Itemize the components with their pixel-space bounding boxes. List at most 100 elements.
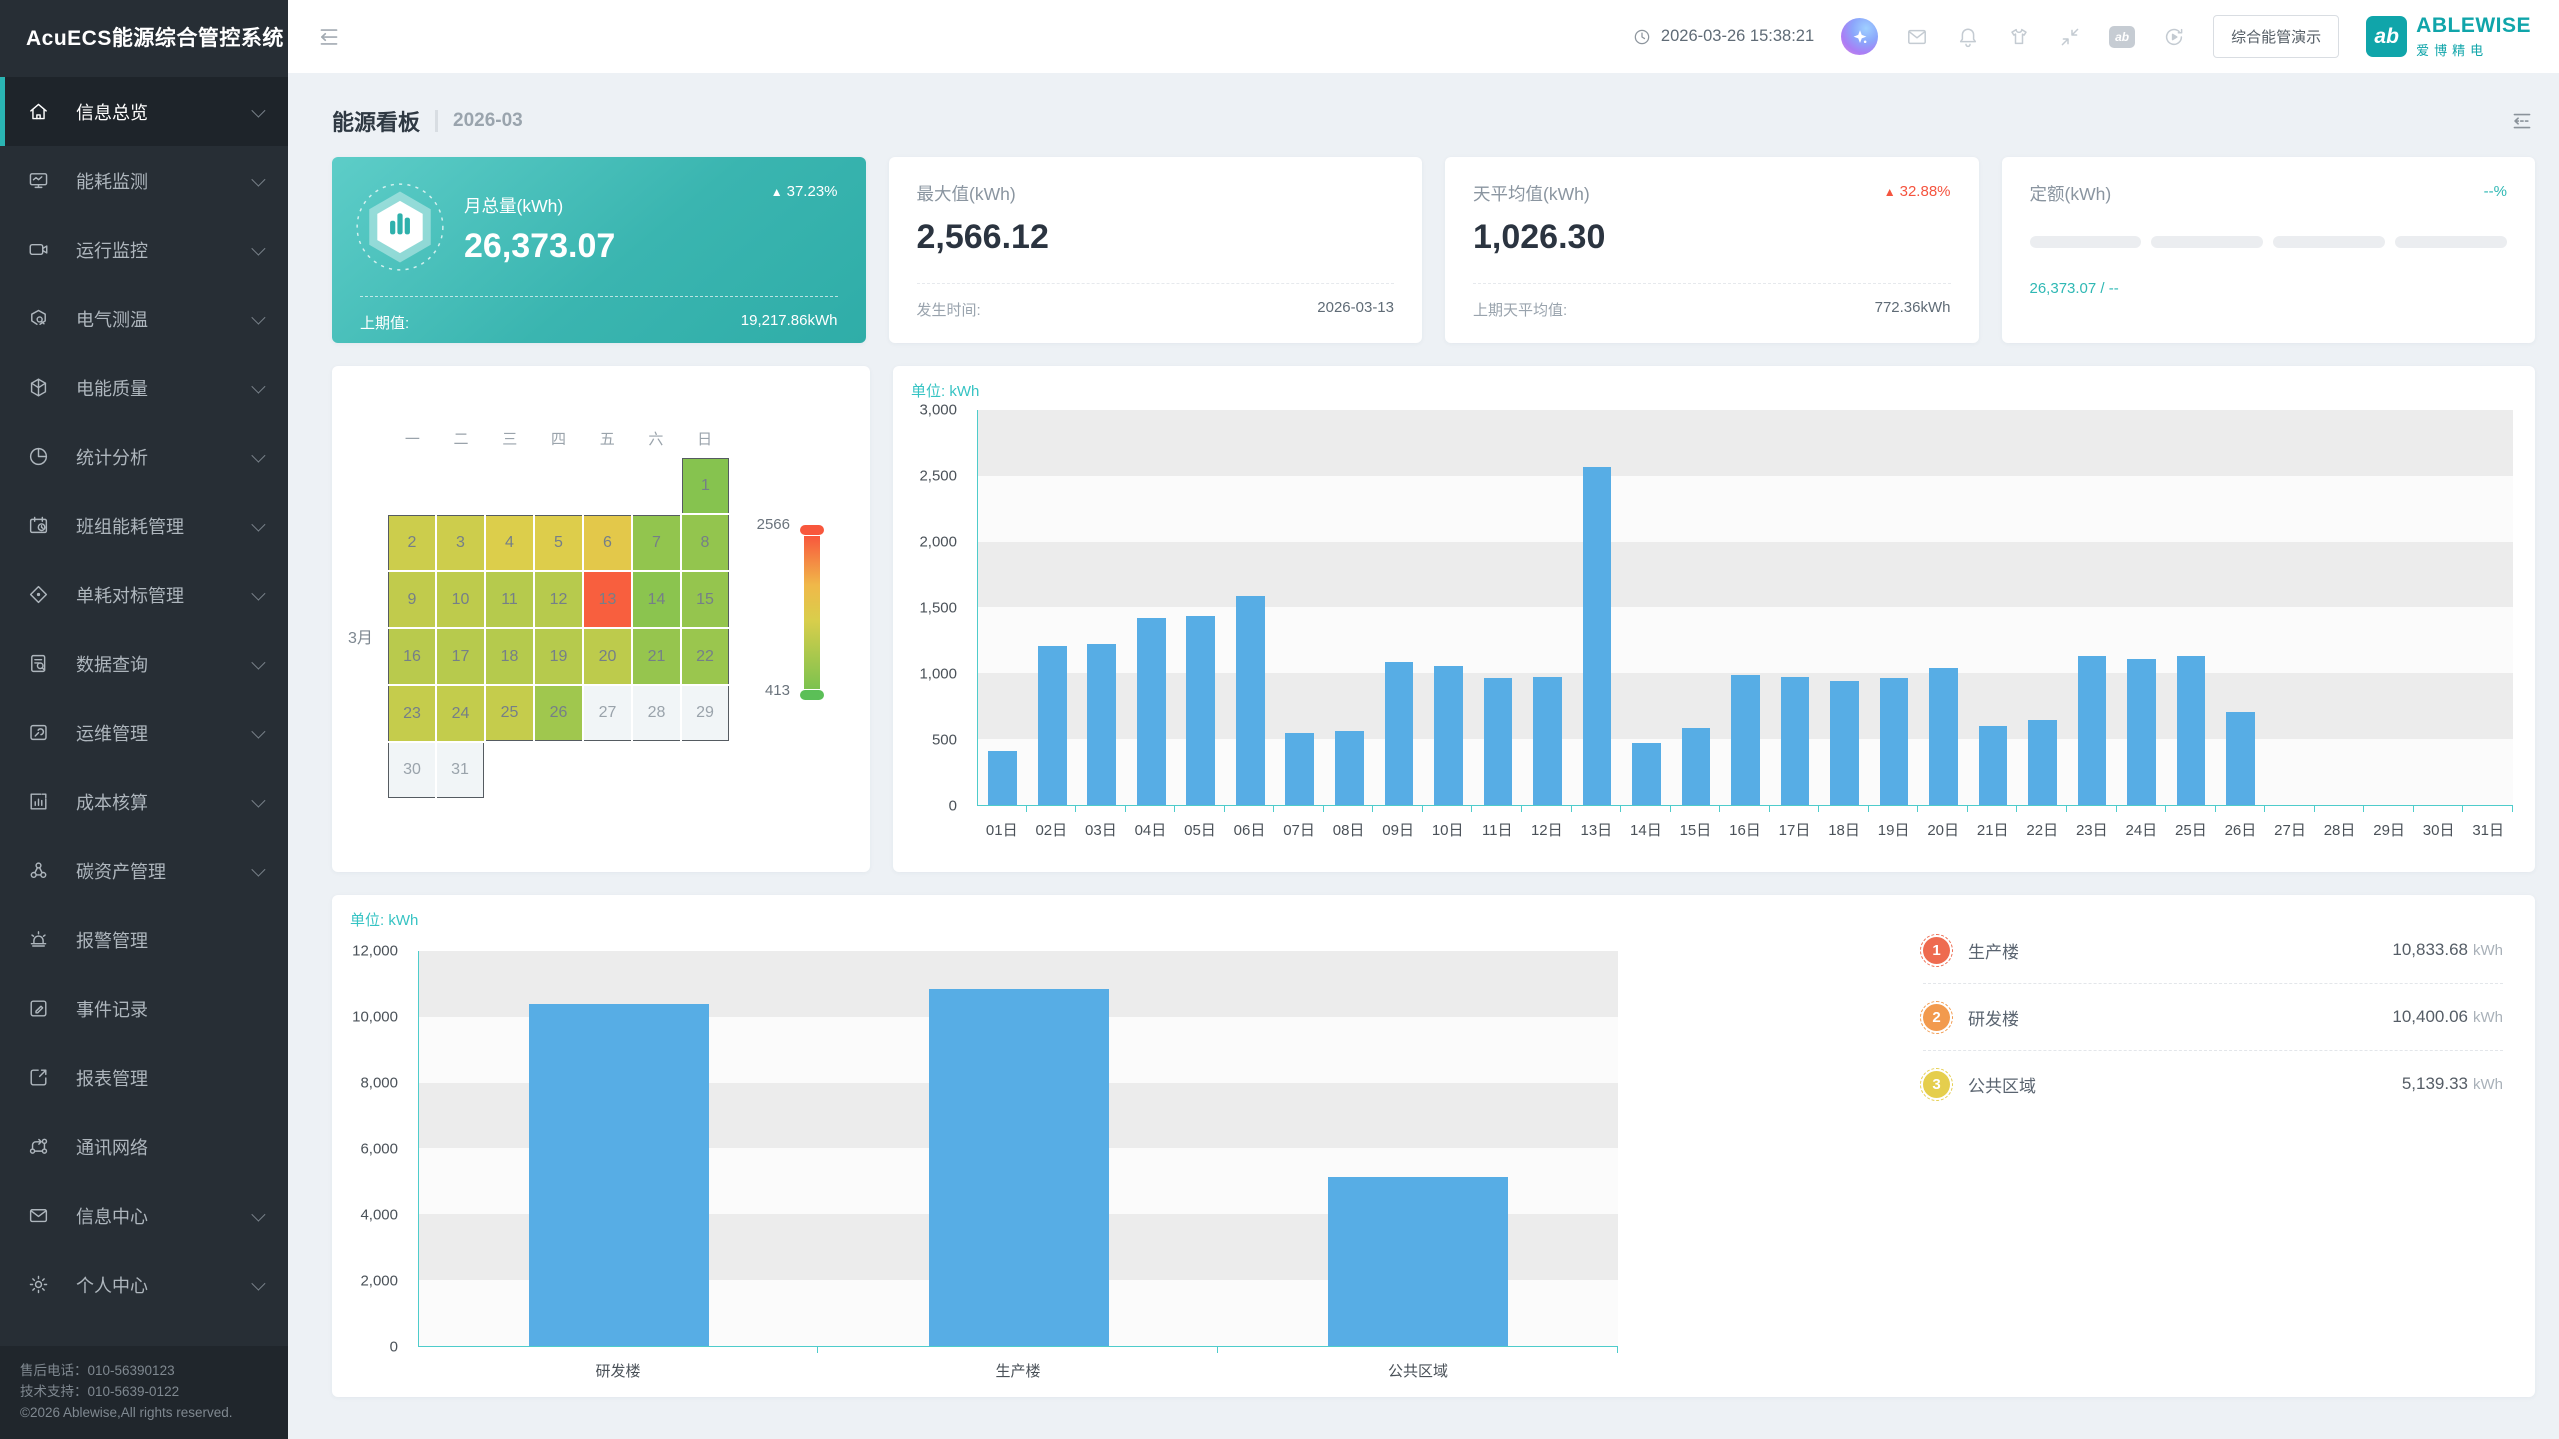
compress-icon[interactable] — [2058, 25, 2082, 49]
ablewise-mini-icon[interactable]: ab — [2109, 26, 2135, 48]
bar — [1979, 726, 2008, 805]
gear-icon — [0, 1273, 76, 1296]
chevron-down-icon — [251, 379, 265, 393]
bar — [1434, 666, 1463, 805]
calendar-day-cell: 26 — [535, 686, 582, 741]
calendar-day-cell: 28 — [633, 686, 680, 741]
theme-skin-icon[interactable] — [2007, 25, 2031, 49]
consumption-ranking-list: 1生产楼10,833.68kWh2研发楼10,400.06kWh3公共区域5,1… — [1923, 917, 2503, 1117]
chart-unit-label: 单位: kWh — [350, 909, 418, 930]
heat-scale-max-label: 2566 — [718, 516, 790, 533]
mail-phone-icon — [0, 1204, 76, 1227]
bar — [1880, 678, 1909, 805]
calendar-month-label: 3月 — [348, 624, 373, 648]
calendar-day-cell: 5 — [535, 515, 582, 570]
bar — [1285, 733, 1314, 805]
weekday-label: 日 — [680, 428, 729, 449]
replay-icon[interactable] — [2162, 25, 2186, 49]
kpi-card-quota: 定额(kWh) --% 26,373.07 / -- — [2002, 157, 2536, 343]
x-axis-label: 31日 — [2463, 819, 2513, 840]
sidebar-item-overview[interactable]: 信息总览 — [0, 77, 288, 146]
sidebar-item-statistics-analysis[interactable]: 统计分析 — [0, 422, 288, 491]
x-axis-label: 26日 — [2216, 819, 2266, 840]
sidebar-item-label: 信息中心 — [76, 1203, 252, 1229]
chevron-down-icon — [251, 310, 265, 324]
sidebar-item-team-energy-management[interactable]: 班组能耗管理 — [0, 491, 288, 560]
heat-scale-handle-max[interactable] — [800, 525, 824, 535]
weekday-label: 四 — [534, 428, 583, 449]
x-axis-label: 18日 — [1819, 819, 1869, 840]
kpi-card-monthly-total: 月总量(kWh) 26,373.07 ▲37.23% 上期值: 19,217.8… — [332, 157, 866, 343]
siren-icon — [0, 928, 76, 951]
sidebar-item-personal-center[interactable]: 个人中心 — [0, 1250, 288, 1319]
sidebar-item-info-center[interactable]: 信息中心 — [0, 1181, 288, 1250]
sidebar-item-operation-monitoring[interactable]: 运行监控 — [0, 215, 288, 284]
kpi-label: 最大值(kWh) — [917, 181, 1395, 206]
rank-label: 公共区域 — [1968, 1072, 2036, 1097]
collapse-panel-icon[interactable] — [2509, 108, 2535, 134]
chevron-down-icon — [251, 448, 265, 462]
chevron-down-icon — [251, 103, 265, 117]
bell-icon[interactable] — [1956, 25, 1980, 49]
heat-scale-gradient-bar[interactable] — [804, 536, 820, 689]
calendar-day-cell: 12 — [535, 572, 582, 627]
rank-label: 生产楼 — [1968, 938, 2019, 963]
sidebar-item-event-records[interactable]: 事件记录 — [0, 974, 288, 1043]
kpi-value: 26,373.07 — [464, 227, 838, 266]
occurred-time-label: 发生时间: — [917, 299, 981, 320]
bar — [1682, 728, 1711, 805]
kpi-label: 天平均值(kWh) — [1473, 181, 1951, 206]
calendar-day-cell: 9 — [388, 572, 435, 627]
building-consumption-card: 单位: kWh 12,00010,0008,0006,0004,0002,000… — [332, 895, 2535, 1397]
x-axis-label: 19日 — [1869, 819, 1919, 840]
calendar-heatmap-card: 一二三四五六日 12345678910111213141516171819202… — [332, 366, 870, 872]
clock-icon — [1632, 27, 1652, 47]
sidebar-item-energy-monitoring[interactable]: 能耗监测 — [0, 146, 288, 215]
sidebar-item-label: 信息总览 — [76, 99, 252, 125]
sidebar-item-data-query[interactable]: 数据查询 — [0, 629, 288, 698]
x-axis-label: 07日 — [1274, 819, 1324, 840]
calendar-day-cell: 27 — [584, 686, 631, 741]
calendar-day-cell: 22 — [682, 629, 729, 684]
weekday-label: 五 — [583, 428, 632, 449]
bar — [1830, 681, 1859, 805]
bar — [1385, 662, 1414, 805]
x-axis-label: 研发楼 — [418, 1360, 818, 1381]
brand-name: ABLEWISE — [2416, 15, 2531, 36]
sidebar-item-cost-accounting[interactable]: 成本核算 — [0, 767, 288, 836]
demo-mode-button[interactable]: 综合能管演示 — [2213, 15, 2339, 58]
collapse-sidebar-icon[interactable] — [316, 24, 342, 50]
sidebar-item-report-management[interactable]: 报表管理 — [0, 1043, 288, 1112]
bar — [1137, 618, 1166, 805]
x-axis-label: 25日 — [2166, 819, 2216, 840]
bar — [2226, 712, 2255, 805]
sidebar-item-communication-network[interactable]: 通讯网络 — [0, 1112, 288, 1181]
monitor-icon — [0, 169, 76, 192]
sidebar-item-power-quality[interactable]: 电能质量 — [0, 353, 288, 422]
x-axis-label: 生产楼 — [818, 1360, 1218, 1381]
sidebar-item-carbon-asset-management[interactable]: 碳资产管理 — [0, 836, 288, 905]
sidebar-item-label: 报表管理 — [76, 1065, 262, 1091]
calendar-day-cell: 13 — [584, 572, 631, 627]
sidebar-item-alarm-management[interactable]: 报警管理 — [0, 905, 288, 974]
schedule-icon — [0, 514, 76, 537]
rank-unit: kWh — [2473, 942, 2503, 959]
bar — [1484, 678, 1513, 805]
chevron-down-icon — [251, 241, 265, 255]
weekday-label: 三 — [485, 428, 534, 449]
mail-icon[interactable] — [1905, 25, 1929, 49]
sidebar-item-ops-management[interactable]: 运维管理 — [0, 698, 288, 767]
sidebar-item-unit-benchmark-management[interactable]: 单耗对标管理 — [0, 560, 288, 629]
bar — [2177, 656, 2206, 805]
edit-icon — [0, 997, 76, 1020]
prev-period-value: 19,217.86kWh — [741, 312, 838, 333]
ai-assistant-icon[interactable] — [1841, 18, 1878, 55]
target-icon — [0, 583, 76, 606]
chevron-down-icon — [251, 1207, 265, 1221]
bar — [1731, 675, 1760, 805]
bar — [1632, 743, 1661, 805]
chevron-down-icon — [251, 172, 265, 186]
heat-scale-handle-min[interactable] — [800, 690, 824, 700]
sidebar-item-electrical-temperature[interactable]: 电气测温 — [0, 284, 288, 353]
bar — [2028, 720, 2057, 805]
